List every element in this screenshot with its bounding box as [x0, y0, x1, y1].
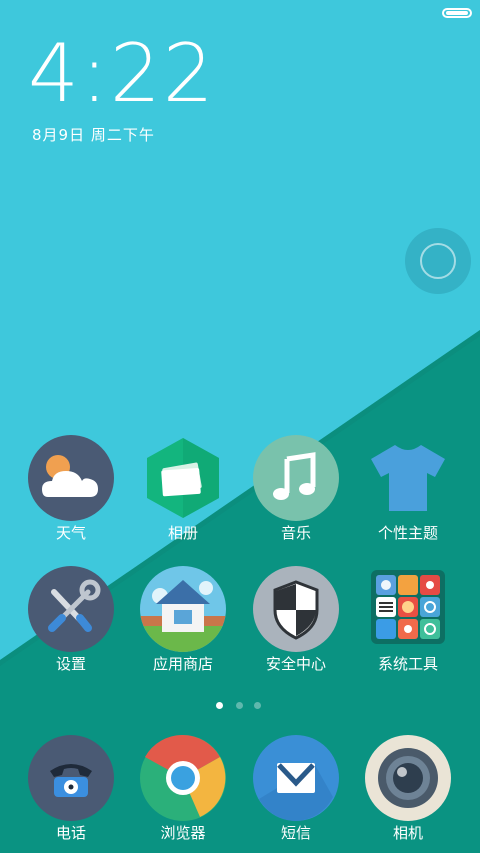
gallery-icon	[147, 438, 219, 518]
weather-icon	[28, 435, 114, 521]
settings-tools-icon	[28, 566, 114, 652]
app-label: 音乐	[280, 524, 311, 542]
assist-ring-icon	[420, 243, 456, 279]
security-shield-icon	[253, 566, 339, 652]
page-dot	[254, 702, 261, 709]
phone-icon	[28, 735, 114, 821]
browser-icon	[140, 735, 226, 821]
system-tools-folder-icon	[371, 570, 445, 644]
app-label: 浏览器	[160, 824, 206, 842]
app-label: 设置	[55, 655, 86, 673]
page-dot-active	[216, 702, 223, 709]
app-label: 个性主题	[377, 524, 438, 542]
page-dot	[236, 702, 243, 709]
app-weather[interactable]: 天气	[16, 435, 126, 543]
floating-assist-button[interactable]	[405, 228, 471, 294]
camera-lens-icon	[365, 735, 451, 821]
app-settings[interactable]: 设置	[16, 566, 126, 674]
music-icon	[253, 435, 339, 521]
app-store-house-icon	[140, 566, 226, 652]
app-label: 相机	[392, 824, 423, 842]
app-label: 应用商店	[152, 655, 213, 673]
app-label: 安全中心	[265, 655, 326, 673]
app-store[interactable]: 应用商店	[128, 566, 238, 674]
app-label: 短信	[280, 824, 311, 842]
lock-date: 8月9日 周二下午	[32, 126, 155, 144]
lock-clock: 4:22	[28, 27, 216, 120]
app-music[interactable]: 音乐	[241, 435, 351, 543]
dock-app-sms[interactable]: 短信	[241, 735, 351, 843]
app-security[interactable]: 安全中心	[241, 566, 351, 674]
theme-shirt-icon	[371, 445, 445, 511]
app-gallery[interactable]: 相册	[128, 435, 238, 543]
sms-mail-icon	[253, 735, 339, 821]
app-label: 电话	[55, 824, 86, 842]
battery-icon	[442, 8, 472, 18]
dock-app-phone[interactable]: 电话	[16, 735, 126, 843]
folder-system-tools[interactable]: 系统工具	[353, 566, 463, 674]
app-label: 天气	[55, 524, 86, 542]
app-theme[interactable]: 个性主题	[353, 435, 463, 543]
page-indicator[interactable]	[216, 702, 266, 710]
app-label: 相册	[167, 524, 198, 542]
dock-app-browser[interactable]: 浏览器	[128, 735, 238, 843]
battery-level-fill	[446, 11, 468, 15]
app-label: 系统工具	[377, 655, 438, 673]
dock-app-camera[interactable]: 相机	[353, 735, 463, 843]
